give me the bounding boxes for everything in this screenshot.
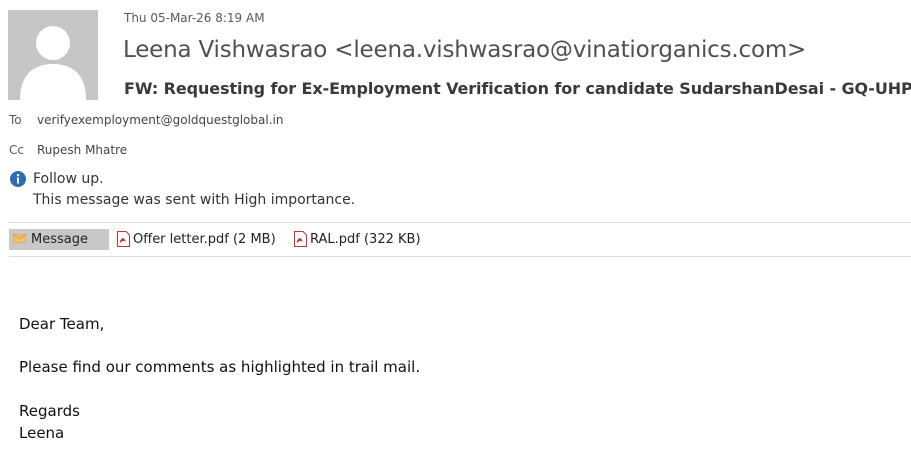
sent-date: Thu 05-Mar-26 8:19 AM [124, 11, 265, 25]
divider [9, 256, 911, 257]
message-tab-label: Message [31, 232, 88, 247]
attachment-name: RAL.pdf (322 KB) [310, 232, 421, 247]
body-closing: Regards [19, 402, 80, 420]
email-subject: FW: Requesting for Ex-Employment Verific… [124, 79, 911, 98]
body-greeting: Dear Team, [19, 315, 105, 333]
to-recipient[interactable]: verifyexemployment@goldquestglobal.in [37, 113, 283, 127]
cc-label: Cc [9, 143, 24, 157]
envelope-icon [13, 234, 26, 243]
person-icon [20, 26, 86, 100]
cc-row: Cc Rupesh Mhatre [9, 143, 127, 157]
to-label: To [9, 113, 22, 127]
message-tab[interactable]: Message [9, 229, 109, 250]
pdf-icon [294, 231, 307, 247]
info-icon [10, 171, 26, 187]
pdf-icon [117, 231, 130, 247]
follow-up-text: Follow up. [33, 171, 104, 187]
body-signature: Leena [19, 424, 65, 442]
to-row: To verifyexemployment@goldquestglobal.in [9, 113, 283, 127]
attachment-bar: Message Offer letter.pdf (2 MB) RAL.pdf … [9, 229, 909, 250]
divider [9, 222, 911, 223]
attachment-name: Offer letter.pdf (2 MB) [133, 232, 276, 247]
sender-name[interactable]: Leena Vishwasrao <leena.vishwasrao@vinat… [123, 37, 806, 63]
cc-recipient[interactable]: Rupesh Mhatre [37, 143, 127, 157]
sender-avatar [8, 10, 98, 100]
importance-text: This message was sent with High importan… [33, 192, 356, 208]
body-paragraph: Please find our comments as highlighted … [19, 358, 421, 376]
